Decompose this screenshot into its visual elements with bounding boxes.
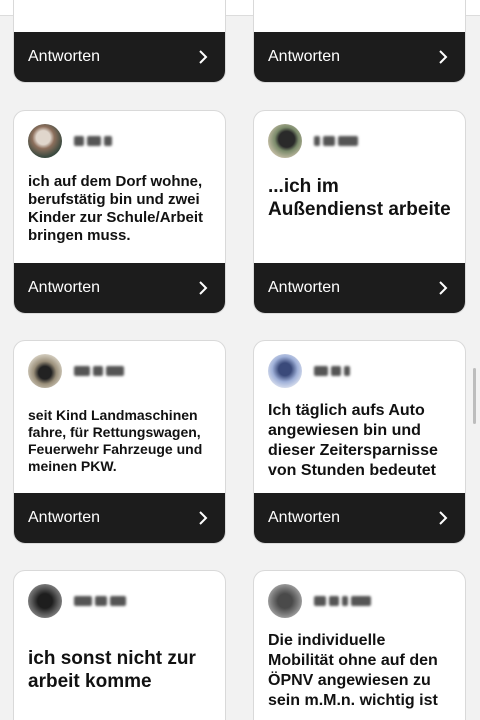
chevron-right-icon: [199, 511, 208, 525]
reply-button-label: Antworten: [268, 279, 341, 296]
avatar[interactable]: [268, 124, 302, 158]
avatar[interactable]: [268, 584, 302, 618]
avatar[interactable]: [268, 354, 302, 388]
answer-card-8: Die individuelle Mobilität ohne auf den …: [253, 570, 466, 720]
reply-button-label: Antworten: [28, 279, 101, 296]
avatar[interactable]: [28, 584, 62, 618]
answer-card-3: ich auf dem Dorf wohne, berufstätig bin …: [13, 110, 226, 314]
answer-card-1: Antworten: [13, 0, 226, 83]
reply-button-label: Antworten: [28, 48, 101, 65]
reply-button-label: Antworten: [268, 509, 341, 526]
chevron-right-icon: [439, 511, 448, 525]
answer-card-7: ich sonst nicht zur arbeit komme: [13, 570, 226, 720]
scrollbar[interactable]: [473, 368, 476, 424]
avatar[interactable]: [28, 354, 62, 388]
username-blurred: [314, 135, 358, 147]
username-blurred: [74, 365, 124, 377]
reply-button-label: Antworten: [268, 48, 341, 65]
answer-card-5: seit Kind Landmaschinen fahre, für Rettu…: [13, 340, 226, 544]
reply-button-6[interactable]: Antworten: [254, 493, 465, 543]
answer-text: Die individuelle Mobilität ohne auf den …: [268, 632, 438, 709]
answer-text: Ich täglich aufs Auto angewiesen bin und…: [268, 402, 438, 479]
answer-text: ich sonst nicht zur arbeit komme: [28, 648, 196, 692]
reply-button-4[interactable]: Antworten: [254, 263, 465, 313]
reply-button-3[interactable]: Antworten: [14, 263, 225, 313]
answer-card-2: Antworten: [253, 0, 466, 83]
reply-button-5[interactable]: Antworten: [14, 493, 225, 543]
avatar[interactable]: [28, 124, 62, 158]
chevron-right-icon: [439, 281, 448, 295]
username-blurred: [314, 365, 350, 377]
username-blurred: [314, 595, 371, 607]
answer-text: ich auf dem Dorf wohne, berufstätig bin …: [28, 173, 204, 244]
username-blurred: [74, 595, 126, 607]
reply-button-1[interactable]: Antworten: [14, 32, 225, 82]
answer-text: seit Kind Landmaschinen fahre, für Rettu…: [28, 407, 203, 474]
chevron-right-icon: [439, 50, 448, 64]
chevron-right-icon: [199, 50, 208, 64]
reply-button-2[interactable]: Antworten: [254, 32, 465, 82]
chevron-right-icon: [199, 281, 208, 295]
answer-card-6: Ich täglich aufs Auto angewiesen bin und…: [253, 340, 466, 544]
answer-text: ...ich im Außendienst arbeite: [268, 176, 451, 220]
reply-button-label: Antworten: [28, 509, 101, 526]
username-blurred: [74, 135, 112, 147]
answer-card-4: ...ich im Außendienst arbeite Antworten: [253, 110, 466, 314]
